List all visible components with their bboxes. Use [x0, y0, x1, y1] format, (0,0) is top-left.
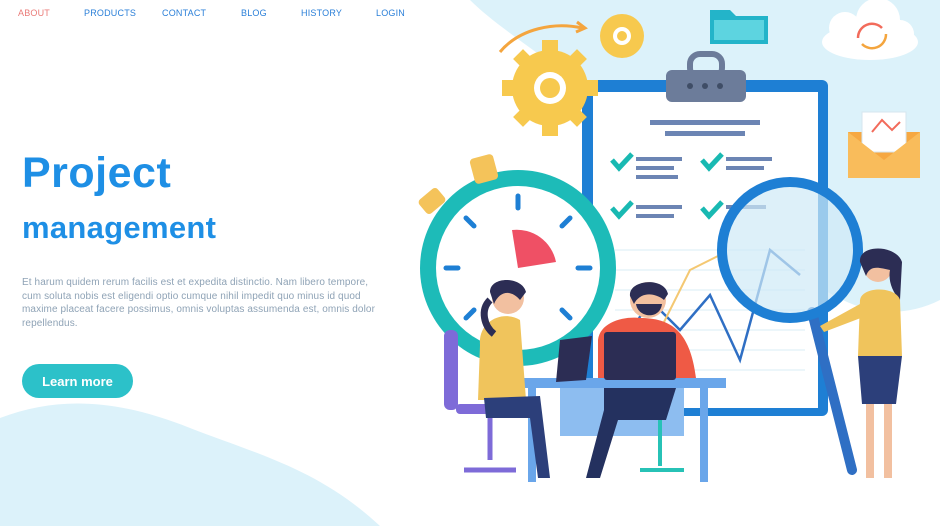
hero-subtitle: management — [22, 210, 217, 245]
hero-body-text: Et harum quidem rerum facilis est et exp… — [22, 277, 376, 329]
project-management-illustration — [400, 0, 940, 526]
learn-more-button[interactable]: Learn more — [22, 364, 133, 398]
nav-item-contact[interactable]: CONTACT — [162, 8, 206, 18]
nav-item-blog[interactable]: BLOG — [241, 8, 267, 18]
nav-item-products[interactable]: PRODUCTS — [84, 8, 136, 18]
hero-title: Project — [22, 149, 172, 197]
cloud-sync-icon — [822, 0, 918, 60]
folder-icon — [710, 10, 768, 44]
nav-item-history[interactable]: HISTORY — [301, 8, 342, 18]
envelope-icon — [848, 111, 920, 178]
nav-item-about[interactable]: ABOUT — [18, 8, 50, 18]
